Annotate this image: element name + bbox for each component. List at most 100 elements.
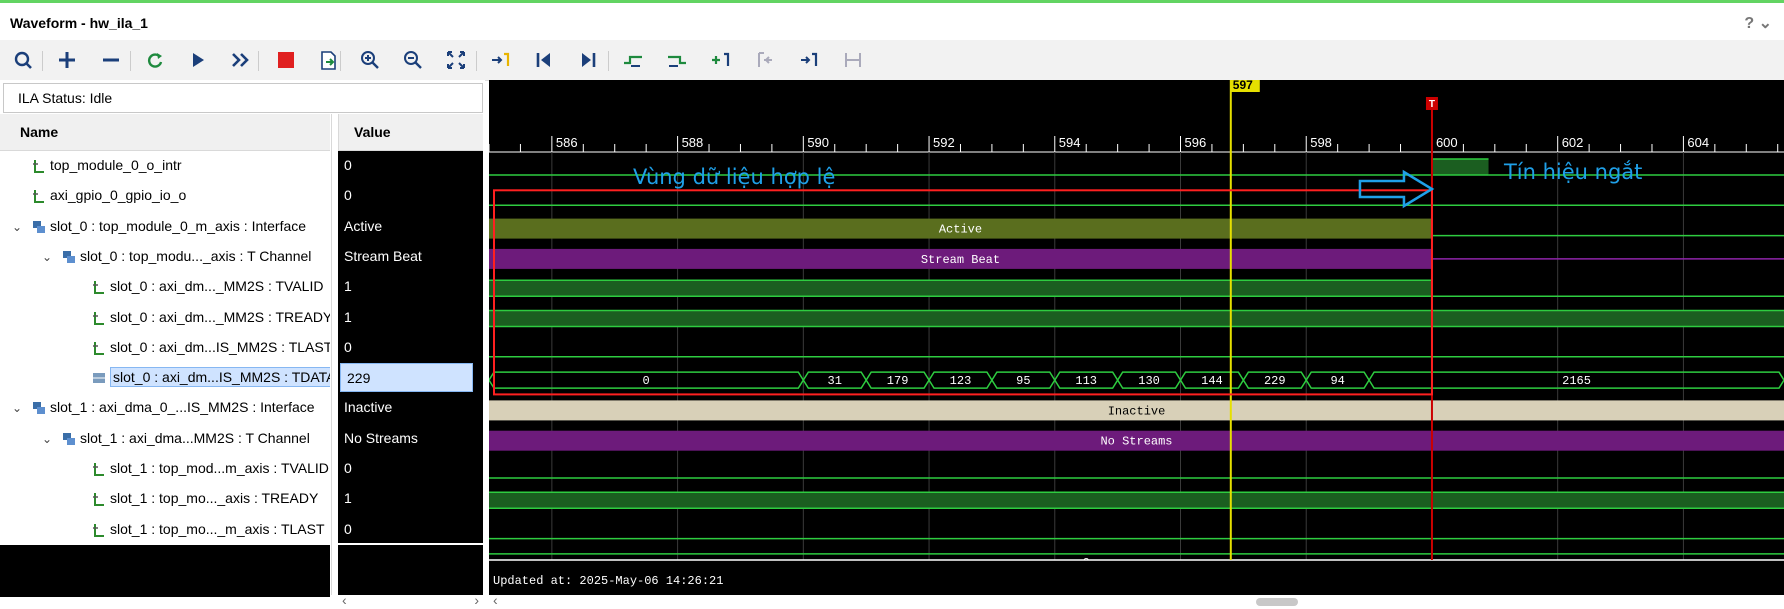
refresh-icon[interactable] [142,48,168,72]
signal-value-text: 1 [344,278,352,294]
scroll-right-icon[interactable]: › [474,592,479,608]
signal-row[interactable]: slot_1 : top_mod...m_axis : TVALID [0,454,330,483]
bit-signal-icon [93,312,104,325]
ila-status-text: ILA Status: Idle [18,90,113,106]
signal-value[interactable]: 0 [338,515,483,543]
prev-transition-icon[interactable] [620,48,646,72]
goto-cursor-icon[interactable] [487,48,513,72]
next-transition-icon[interactable] [664,48,690,72]
signal-row[interactable]: axi_gpio_0_gpio_io_o [0,181,330,210]
collapse-caret-icon[interactable]: ⌄ [12,401,22,415]
title-bar: Waveform - hw_ila_1 ? ⌄ [0,3,1784,40]
tick-label: 600 [1436,135,1458,150]
toolbar-separator [476,51,477,71]
bus-value-label: 113 [1075,374,1097,388]
signal-value[interactable]: Stream Beat [338,242,483,271]
signal-value[interactable]: 229 [340,363,473,392]
collapse-caret-icon[interactable]: ⌄ [42,432,52,446]
signal-row[interactable]: slot_0 : axi_dm..._MM2S : TVALID [0,272,330,301]
signal-row[interactable]: ⌄ slot_0 : top_module_0_m_axis : Interfac… [0,212,330,241]
band-label: Active [939,223,982,237]
zoom-out-icon[interactable] [400,48,426,72]
signal-value[interactable]: Inactive [338,393,483,422]
bus-value-label: 123 [950,374,972,388]
swap-cursors-icon[interactable] [840,48,866,72]
run-fast-icon-glyph [232,53,249,67]
bit-signal-icon [93,493,104,506]
goto-end-icon[interactable] [575,48,601,72]
prev-marker-icon[interactable] [752,48,778,72]
signal-name: slot_0 : top_module_0_m_axis : Interface [50,218,307,234]
add-icon[interactable] [54,48,80,72]
name-column-header[interactable]: Name [0,114,330,151]
signal-value[interactable]: 1 [338,303,483,332]
high-level-fill [489,310,1784,327]
signal-row[interactable]: slot_0 : axi_dm...IS_MM2S : TLAST [0,333,330,362]
high-level-fill [1431,159,1489,175]
wave-scroll-left-icon[interactable]: ‹ [493,592,498,608]
zoom-in-icon[interactable] [357,48,383,72]
signal-value-text: No Streams [344,430,418,446]
signal-row[interactable]: ⌄ slot_1 : axi_dma...MM2S : T Channel [0,424,330,453]
goto-start-icon[interactable] [531,48,557,72]
waveform-canvas[interactable]: 586 588 590 592 594 596 598 600 602 604 Active Stre… [488,78,1784,595]
interface-icon [33,402,45,414]
scroll-left-icon[interactable]: ‹ [342,592,347,608]
goto-start-icon-glyph [536,53,550,67]
bus-value-label: 94 [1330,374,1344,388]
value-column-header[interactable]: Value [338,114,483,151]
signal-value[interactable]: 1 [338,484,483,513]
collapse-caret-icon[interactable]: ⌄ [12,220,22,234]
signal-value-text: 0 [344,460,352,476]
value-scrollbar[interactable]: ‹ › [338,592,483,609]
signal-value[interactable]: Active [338,212,483,241]
toolbar-separator [258,51,259,71]
signal-value[interactable]: 0 [338,454,483,483]
scrollbar-thumb[interactable] [1256,598,1298,606]
signal-row[interactable]: ⌄ slot_1 : axi_dma_0_...IS_MM2S : Interfa… [0,393,330,422]
signal-row[interactable]: ›slot_0 : axi_dm...IS_MM2S : TDATA [0,363,330,392]
signal-name: slot_0 : axi_dm...IS_MM2S : TDATA [110,367,330,387]
help-icon[interactable]: ? ⌄ [1744,13,1772,33]
stop-icon[interactable] [273,48,299,72]
run-icon[interactable] [185,48,211,72]
signal-value[interactable]: 0 [338,151,483,180]
tick-label: 586 [556,135,578,150]
bit-signal-icon [93,524,104,537]
collapse-caret-icon[interactable]: ⌄ [42,250,52,264]
waveform-scrollbar[interactable]: ‹ [489,592,1784,609]
signal-row[interactable]: slot_1 : top_mo..._m_axis : TLAST [0,515,330,543]
signal-value[interactable]: No Streams [338,424,483,453]
export-icon[interactable] [315,48,341,72]
bus-value-label: 31 [828,374,842,388]
zoom-fit-icon[interactable] [443,48,469,72]
ila-status: ILA Status: Idle [3,83,483,113]
bus-value-label: 2165 [1562,374,1591,388]
signal-value-text: 1 [344,309,352,325]
signal-value-text: 1 [344,490,352,506]
signal-row[interactable]: slot_1 : top_mo..._axis : TREADY [0,484,330,513]
signal-value-text: 0 [344,157,352,173]
run-fast-icon[interactable] [228,48,254,72]
search-icon[interactable] [10,48,36,72]
waveform-window: Waveform - hw_ila_1 ? ⌄ ILA Status: Idle… [0,0,1784,609]
signal-value-text: 0 [344,339,352,355]
bus-value-label: 0 [643,374,650,388]
next-marker-icon[interactable] [796,48,822,72]
signal-row[interactable]: ⌄ slot_0 : top_modu..._axis : T Channel [0,242,330,271]
interrupt-arrow-icon [1358,169,1435,209]
remove-icon[interactable] [98,48,124,72]
signal-name: slot_0 : axi_dm..._MM2S : TREADY [110,309,330,325]
signal-name: slot_0 : axi_dm...IS_MM2S : TLAST [110,339,330,355]
signal-row[interactable]: top_module_0_o_intr [0,151,330,180]
signal-row[interactable]: slot_0 : axi_dm..._MM2S : TREADY [0,303,330,332]
bit-signal-icon [93,281,104,294]
signal-name: axi_gpio_0_gpio_io_o [50,187,187,203]
signal-value-text: Active [344,218,383,234]
add-marker-icon[interactable] [708,48,734,72]
signal-value[interactable]: 0 [338,181,483,210]
signal-value[interactable]: 1 [338,272,483,301]
add-icon-glyph [59,52,75,68]
bus-value-label: 130 [1138,374,1160,388]
signal-value[interactable]: 0 [338,333,483,362]
